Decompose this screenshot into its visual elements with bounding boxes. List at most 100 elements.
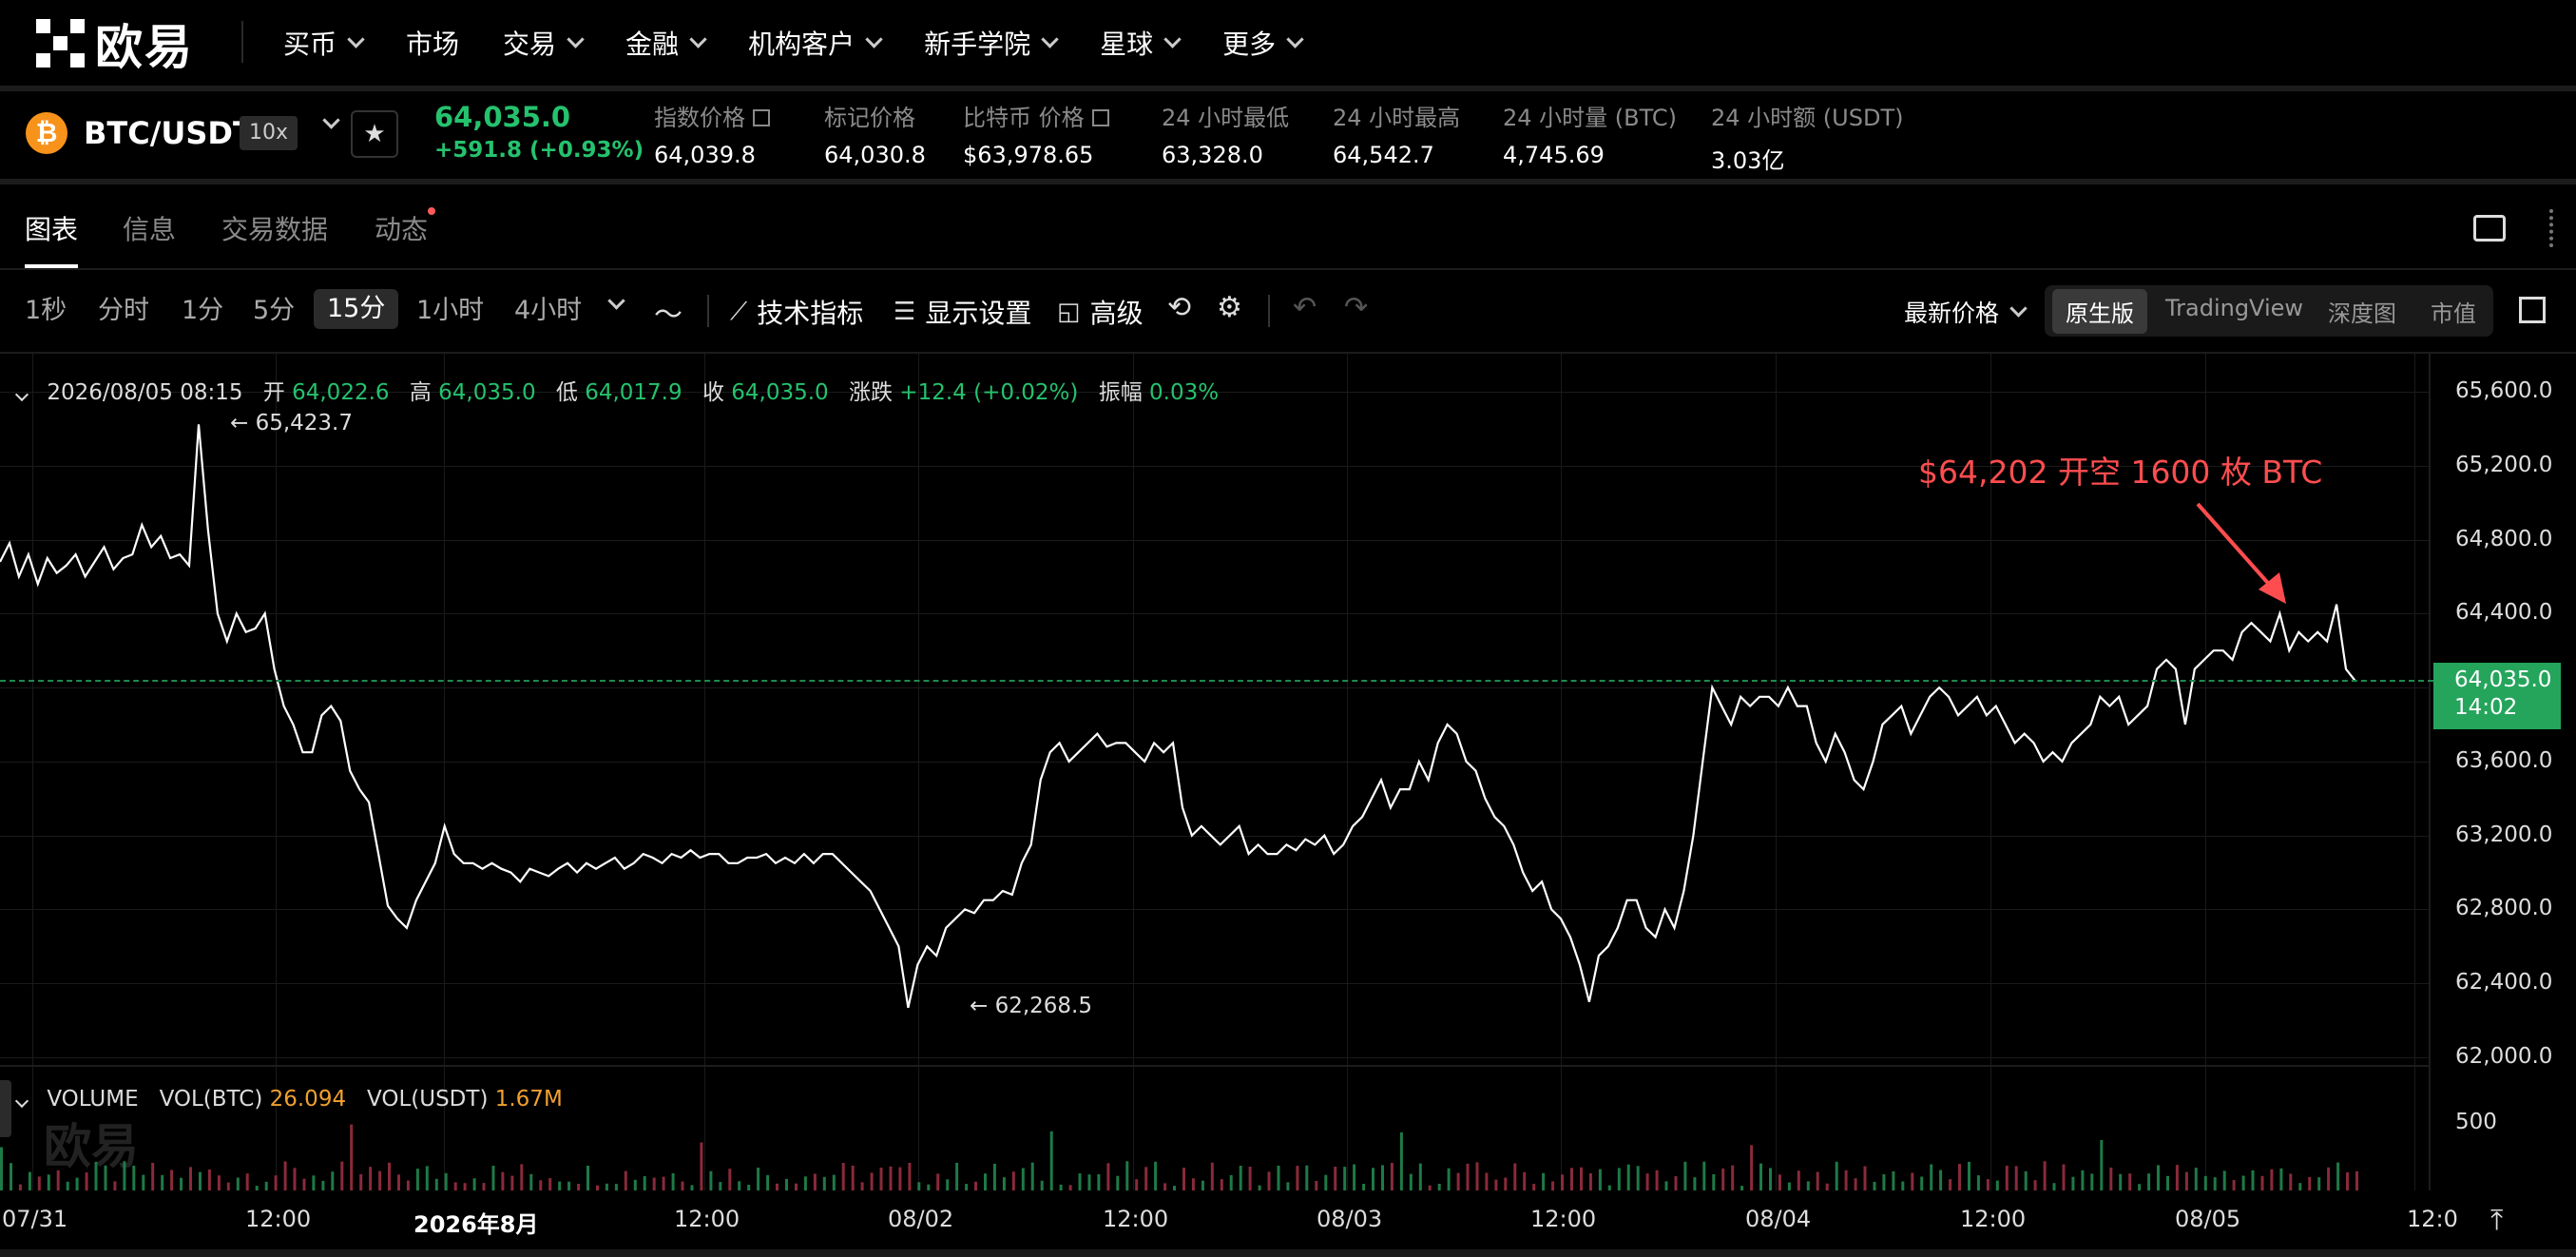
- timeframe-4h[interactable]: 4小时: [514, 295, 582, 327]
- line-chart-icon[interactable]: 〜: [654, 291, 682, 333]
- volume-bar: [350, 1124, 354, 1190]
- volume-bar: [331, 1171, 335, 1190]
- volume-bar: [766, 1174, 770, 1190]
- volume-bar: [1011, 1171, 1015, 1190]
- nav-item-7[interactable]: 更多: [1222, 24, 1304, 62]
- gear-icon[interactable]: ⚙: [1217, 291, 1242, 324]
- price-axis-tick: 63,600.0: [2455, 747, 2553, 773]
- high-label: 高: [409, 380, 432, 405]
- more-options-icon[interactable]: [2549, 209, 2557, 247]
- timeframe-1h[interactable]: 1小时: [416, 295, 484, 327]
- nav-item-3[interactable]: 金融: [625, 24, 707, 62]
- volume-bar: [1968, 1161, 1970, 1190]
- current-price-tag: 64,035.0 14:02: [2433, 663, 2561, 729]
- price-type-select[interactable]: 最新价格: [1904, 295, 2028, 329]
- logo[interactable]: 欧易: [36, 17, 194, 75]
- volume-bar: [2232, 1180, 2236, 1190]
- chevron-down-icon: [1041, 29, 1059, 48]
- stat-label-text: 24 小时额 (USDT): [1711, 105, 1904, 131]
- toolbar-divider: [1268, 295, 1270, 327]
- current-price-line: [0, 680, 2433, 682]
- nav-item-4[interactable]: 机构客户: [748, 24, 883, 62]
- close-value: 64,035.0: [731, 380, 829, 405]
- nav-item-5[interactable]: 新手学院: [924, 24, 1059, 62]
- volume-bar: [1267, 1171, 1271, 1190]
- trading-pair[interactable]: BTC/USDT: [84, 112, 254, 154]
- view-tradingview[interactable]: TradingView: [2165, 295, 2303, 321]
- timeframe-15m[interactable]: 15分: [314, 289, 399, 329]
- price-axis-tick: 62,000.0: [2455, 1044, 2553, 1069]
- volume-bar: [1201, 1180, 1204, 1190]
- volume-bar: [965, 1184, 969, 1190]
- volume-bar: [2128, 1173, 2132, 1190]
- volume-bar: [28, 1171, 31, 1190]
- volume-bar: [652, 1177, 656, 1190]
- nav-item-6[interactable]: 星球: [1100, 24, 1182, 62]
- nav-item-1[interactable]: 市场: [406, 24, 459, 62]
- volume-bar: [37, 1176, 41, 1190]
- tab-feed[interactable]: 动态: [375, 209, 428, 247]
- fullscreen-icon[interactable]: [2519, 297, 2546, 323]
- advanced-button[interactable]: ◱ 高级: [1057, 293, 1144, 331]
- open-label: 开: [262, 380, 285, 405]
- ticker-stat[interactable]: 指数价格 64,039.8: [654, 99, 770, 168]
- volume-bar: [274, 1175, 278, 1190]
- timeframe-1s[interactable]: 1秒: [25, 295, 67, 327]
- nav-item-0[interactable]: 买币: [283, 24, 365, 62]
- volume-bar: [321, 1180, 325, 1190]
- volume-bar: [2052, 1183, 2056, 1190]
- indicators-icon: ⟋: [730, 297, 748, 326]
- volume-bar: [189, 1167, 192, 1190]
- volume-bar: [1901, 1181, 1905, 1190]
- redo-icon[interactable]: ↷: [1344, 291, 1368, 324]
- collapse-chevron-icon[interactable]: [14, 387, 29, 402]
- volume-bar: [2157, 1165, 2160, 1190]
- time-axis-tick: 2026年8月: [413, 1211, 539, 1238]
- timeframe-5m[interactable]: 5分: [253, 295, 295, 327]
- volume-bar: [1315, 1181, 1318, 1190]
- volume-bar: [293, 1168, 297, 1190]
- external-link-icon[interactable]: [753, 109, 770, 126]
- volume-bar: [340, 1161, 344, 1190]
- volume-bar: [18, 1184, 22, 1190]
- volume-bar: [369, 1167, 373, 1190]
- view-market-cap[interactable]: 市值: [2431, 295, 2476, 328]
- volume-bar: [199, 1171, 202, 1190]
- volume-bar: [1542, 1172, 1546, 1190]
- timeframe-1m[interactable]: 1分: [182, 295, 223, 327]
- okx-logo-icon: [36, 19, 86, 68]
- volume-bar: [860, 1182, 864, 1190]
- timeframe-time[interactable]: 分时: [98, 295, 149, 327]
- volume-bar: [832, 1174, 836, 1190]
- favorite-star-button[interactable]: ★: [351, 110, 398, 158]
- display-settings-button[interactable]: ☰ 显示设置: [894, 293, 1031, 331]
- volume-bar: [738, 1181, 741, 1190]
- volume-bar: [1475, 1162, 1479, 1190]
- window-layout-icon[interactable]: [2473, 215, 2506, 242]
- price-change: +591.8 (+0.93%): [434, 138, 644, 163]
- low-marker-label: ← 62,268.5: [970, 994, 1093, 1018]
- volume-bar: [946, 1179, 950, 1190]
- external-link-icon[interactable]: [1091, 109, 1109, 126]
- bitcoin-icon: ₿: [26, 112, 67, 154]
- nav-item-2[interactable]: 交易: [503, 24, 585, 62]
- replay-icon[interactable]: ⟲: [1167, 291, 1191, 324]
- view-native[interactable]: 原生版: [2052, 289, 2147, 334]
- volume-bar: [1116, 1175, 1120, 1190]
- volume-chart[interactable]: [0, 1067, 2429, 1190]
- fit-axis-icon[interactable]: ⤒: [2490, 1204, 2503, 1237]
- nav-item-label: 交易: [503, 29, 557, 60]
- advanced-chart-icon: ◱: [1057, 298, 1081, 326]
- volume-bar: [2298, 1183, 2302, 1190]
- volume-bar: [917, 1182, 921, 1190]
- volume-bar: [2203, 1175, 2207, 1190]
- ticker-stat[interactable]: 比特币 价格 $63,978.65: [963, 99, 1109, 168]
- tab-info[interactable]: 信息: [123, 209, 176, 247]
- undo-icon[interactable]: ↶: [1293, 291, 1317, 324]
- tab-trading-data[interactable]: 交易数据: [221, 209, 328, 247]
- volume-bar: [2005, 1165, 2009, 1190]
- indicators-button[interactable]: ⟋ 技术指标: [730, 293, 863, 331]
- view-depth[interactable]: 深度图: [2328, 295, 2396, 328]
- tab-chart[interactable]: 图表: [25, 209, 78, 247]
- advanced-label: 高级: [1089, 298, 1144, 329]
